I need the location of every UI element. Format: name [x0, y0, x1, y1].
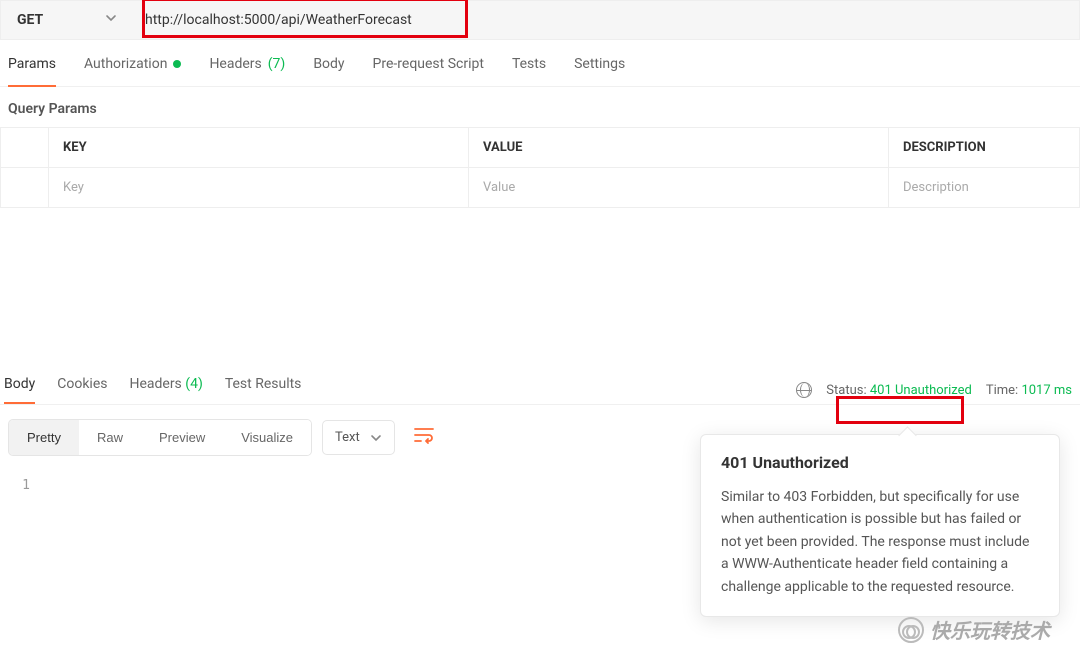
col-checkbox: [1, 128, 49, 168]
tab-label: Headers: [129, 376, 181, 392]
tab-label: Authorization: [84, 56, 167, 72]
col-value-header: VALUE: [469, 128, 889, 168]
tab-label: Body: [313, 56, 344, 72]
response-tab-test-results[interactable]: Test Results: [225, 376, 302, 404]
response-tab-cookies[interactable]: Cookies: [57, 376, 107, 404]
time-block[interactable]: Time: 1017 ms: [986, 383, 1072, 398]
http-method-select[interactable]: GET: [1, 1, 131, 39]
request-bar: GET http://localhost:5000/api/WeatherFor…: [0, 0, 1080, 40]
query-params-section-label: Query Params: [0, 87, 1080, 127]
line-number-gutter: 1: [0, 472, 40, 493]
key-input-cell[interactable]: Key: [49, 168, 469, 208]
table-row[interactable]: Key Value Description: [1, 168, 1080, 208]
tab-tests[interactable]: Tests: [512, 56, 546, 86]
wechat-icon: [898, 617, 924, 643]
format-value: Text: [335, 430, 360, 445]
tab-body[interactable]: Body: [313, 56, 344, 86]
watermark: 快乐玩转技术: [898, 615, 1050, 644]
tab-label: Pre-request Script: [373, 56, 484, 72]
col-description-header: DESCRIPTION: [889, 128, 1080, 168]
watermark-text: 快乐玩转技术: [930, 615, 1050, 644]
status-tooltip: 401 Unauthorized Similar to 403 Forbidde…: [700, 434, 1060, 617]
status-value: 401 Unauthorized: [870, 383, 972, 398]
tab-params[interactable]: Params: [8, 56, 56, 86]
value-input-cell[interactable]: Value: [469, 168, 889, 208]
chevron-down-icon: [370, 432, 382, 444]
tab-label: Test Results: [225, 376, 302, 392]
view-mode-segmented: Pretty Raw Preview Visualize: [8, 419, 312, 456]
request-tabs: Params Authorization Headers (7) Body Pr…: [0, 40, 1080, 87]
tab-settings[interactable]: Settings: [574, 56, 625, 86]
tab-label: Body: [4, 376, 35, 392]
globe-icon[interactable]: [796, 382, 812, 398]
chevron-down-icon: [105, 12, 117, 28]
tab-badge-count: (7): [268, 56, 286, 72]
request-url-input[interactable]: http://localhost:5000/api/WeatherForecas…: [131, 1, 1079, 39]
time-value: 1017 ms: [1021, 383, 1072, 398]
tab-label: Settings: [574, 56, 625, 72]
line-number: 1: [0, 478, 30, 493]
tab-authorization[interactable]: Authorization: [84, 56, 181, 86]
query-params-table: KEY VALUE DESCRIPTION Key Value Descript…: [0, 127, 1080, 208]
view-mode-raw[interactable]: Raw: [79, 420, 141, 455]
view-mode-pretty[interactable]: Pretty: [9, 420, 79, 455]
tab-label: Headers: [209, 56, 261, 72]
view-mode-visualize[interactable]: Visualize: [223, 420, 311, 455]
response-tab-headers[interactable]: Headers (4): [129, 376, 202, 404]
tooltip-body: Similar to 403 Forbidden, but specifical…: [721, 486, 1039, 598]
view-mode-preview[interactable]: Preview: [141, 420, 223, 455]
tab-headers[interactable]: Headers (7): [209, 56, 285, 86]
request-url-text: http://localhost:5000/api/WeatherForecas…: [141, 10, 416, 30]
tab-badge-count: (4): [185, 376, 203, 392]
table-header-row: KEY VALUE DESCRIPTION: [1, 128, 1080, 168]
col-key-header: KEY: [49, 128, 469, 168]
time-label: Time:: [986, 383, 1018, 398]
status-label: Status:: [826, 383, 866, 398]
response-bar: Body Cookies Headers (4) Test Results St…: [0, 368, 1080, 404]
tab-label: Params: [8, 56, 56, 72]
wrap-lines-icon[interactable]: [405, 420, 443, 455]
http-method-value: GET: [17, 12, 43, 28]
row-checkbox-cell[interactable]: [1, 168, 49, 208]
response-meta: Status: 401 Unauthorized Time: 1017 ms: [796, 382, 1072, 398]
status-dot-icon: [173, 60, 181, 68]
format-select[interactable]: Text: [322, 420, 395, 455]
description-input-cell[interactable]: Description: [889, 168, 1080, 208]
tab-pre-request-script[interactable]: Pre-request Script: [373, 56, 484, 86]
tooltip-title: 401 Unauthorized: [721, 453, 1039, 472]
status-block[interactable]: Status: 401 Unauthorized: [826, 383, 972, 398]
response-tab-body[interactable]: Body: [4, 376, 35, 404]
tab-label: Tests: [512, 56, 546, 72]
tab-label: Cookies: [57, 376, 107, 392]
